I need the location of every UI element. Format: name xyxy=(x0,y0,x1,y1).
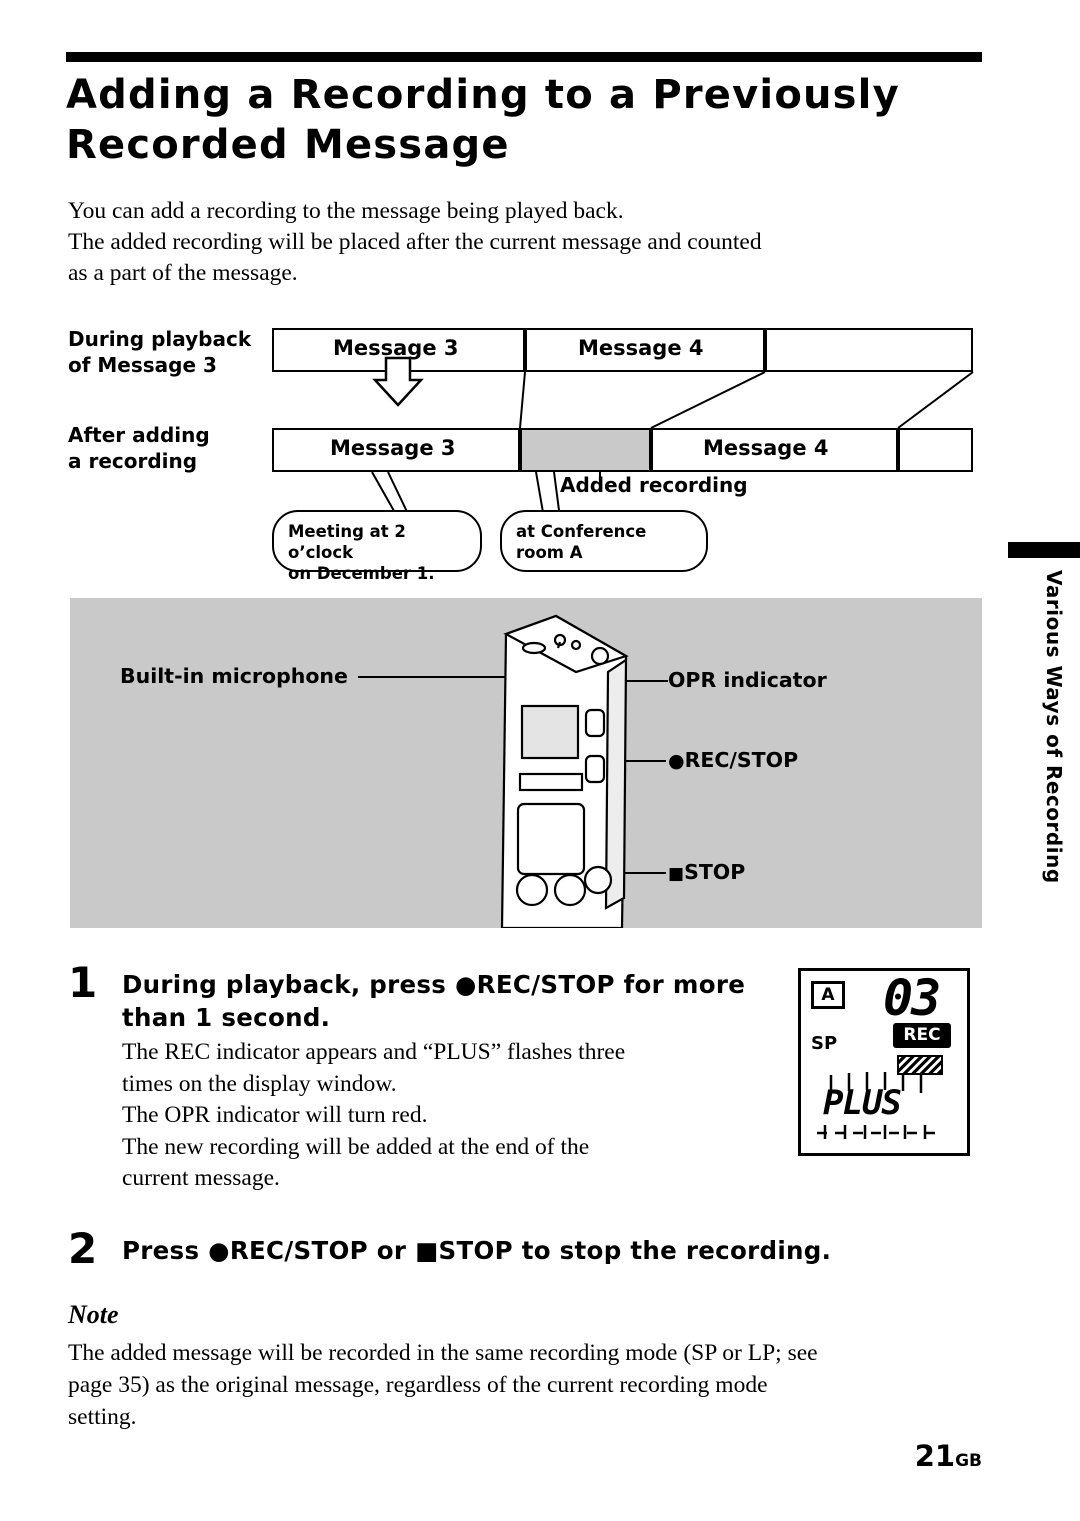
manual-page: Adding a Recording to a Previously Recor… xyxy=(0,0,1080,1521)
lcd-mode-indicator: SP xyxy=(811,1033,838,1054)
added-recording-label: Added recording xyxy=(560,473,748,497)
step-1-number: 1 xyxy=(68,958,98,1007)
step-2-heading: Press ●REC/STOP or ■STOP to stop the rec… xyxy=(122,1236,832,1265)
callout-left: Meeting at 2 o’clock on December 1. xyxy=(272,510,482,583)
side-tab-label: Various Ways of Recording xyxy=(1042,570,1066,884)
lcd-channel-indicator: A xyxy=(811,981,845,1009)
callout-right: at Conference room A xyxy=(500,510,708,572)
device-illustration-panel: Built-in microphone OPR indicator ●REC/S… xyxy=(70,598,982,928)
ic-recorder-drawing xyxy=(500,614,629,928)
page-title: Adding a Recording to a Previously Recor… xyxy=(66,72,900,168)
title-rule xyxy=(66,52,982,62)
intro-paragraph: You can add a recording to the message b… xyxy=(68,196,968,289)
intro-line-2: The added recording will be placed after… xyxy=(68,229,762,255)
step-2-number: 2 xyxy=(68,1224,98,1273)
intro-line-3: as a part of the message. xyxy=(68,260,298,286)
label-opr-indicator: OPR indicator xyxy=(668,668,827,692)
note-heading: Note xyxy=(68,1300,119,1329)
step-1-body: The REC indicator appears and “PLUS” fla… xyxy=(122,1039,626,1191)
label-built-in-microphone: Built-in microphone xyxy=(120,664,348,688)
lcd-flash-marks xyxy=(817,1072,941,1139)
step-1-heading: During playback, press ●REC/STOP for mor… xyxy=(122,970,746,1032)
intro-line-1: You can add a recording to the message b… xyxy=(68,198,624,224)
side-tab-bar xyxy=(1008,542,1080,558)
note-body: The added message will be recorded in th… xyxy=(68,1340,818,1430)
lcd-rec-indicator: REC xyxy=(893,1023,951,1048)
page-number: 21GB xyxy=(914,1439,982,1473)
lcd-display-illustration: A 03 REC SP PLUS xyxy=(798,968,970,1156)
message-diagram: During playback of Message 3 After addin… xyxy=(0,310,1080,590)
lcd-message-number: 03 xyxy=(883,969,941,1027)
